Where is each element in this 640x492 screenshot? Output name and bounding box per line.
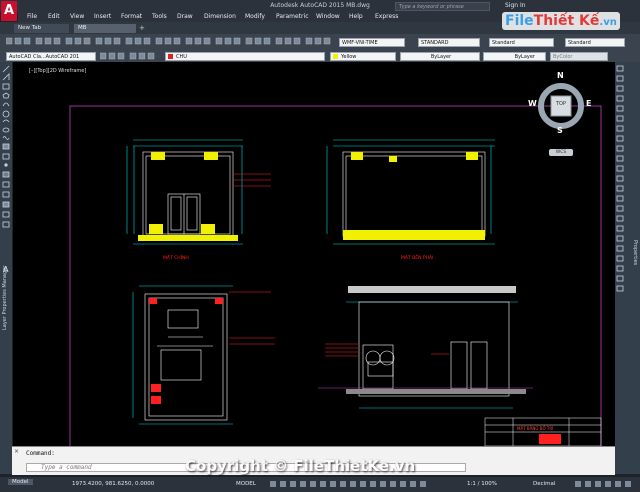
site-logo-part-b: Thiết Kế: [533, 13, 600, 29]
linetype-dropdown[interactable]: ByLayer: [400, 52, 480, 61]
autocad-logo-icon[interactable]: A: [1, 1, 17, 21]
viewcube-west[interactable]: W: [528, 99, 537, 108]
search-input[interactable]: Type a keyword or phrase: [395, 2, 490, 11]
menu-help[interactable]: Help: [349, 13, 363, 20]
dim-style-dropdown[interactable]: STANDARD: [418, 38, 480, 47]
standard-toolbar: [5, 37, 336, 46]
table-style-dropdown[interactable]: Standard: [489, 38, 554, 47]
viewcube-north[interactable]: N: [557, 71, 564, 80]
site-logo-part-a: File: [505, 13, 534, 29]
viewcube-east[interactable]: E: [586, 99, 591, 108]
menu-parametric[interactable]: Parametric: [276, 13, 309, 20]
copyright-watermark: Copyright © FileThietKe.vn: [185, 457, 416, 475]
mleader-style-dropdown[interactable]: Standard: [565, 38, 625, 47]
properties-panel-label[interactable]: Properties: [630, 240, 638, 280]
plotstyle-dropdown[interactable]: ByColor: [550, 52, 608, 61]
layer-color-icon: [168, 54, 173, 59]
tab-mb[interactable]: MB: [74, 24, 136, 33]
status-toggles: [270, 480, 440, 489]
layer-tools: [99, 52, 160, 61]
sign-in-link[interactable]: Sign In: [505, 2, 526, 9]
menu-format[interactable]: Format: [121, 13, 142, 20]
tab-new-tab[interactable]: New Tab: [14, 24, 69, 33]
text-style-dropdown[interactable]: WMF-VNI-TIME: [339, 38, 405, 47]
viewcube-south[interactable]: S: [557, 126, 563, 135]
model-space-button[interactable]: MODEL: [236, 481, 256, 487]
menu-modify[interactable]: Modify: [245, 13, 265, 20]
model-layout-tab[interactable]: Model: [8, 479, 33, 485]
menu-view[interactable]: View: [70, 13, 84, 20]
viewport-controls[interactable]: [–][Top][2D Wireframe]: [29, 68, 86, 74]
menu-window[interactable]: Window: [316, 13, 340, 20]
command-close-icon[interactable]: ×: [14, 448, 19, 455]
menu-edit[interactable]: Edit: [48, 13, 60, 20]
menu-file[interactable]: File: [27, 13, 37, 20]
title-bar: Autodesk AutoCAD 2015 MB.dwg: [0, 0, 640, 12]
menu-dimension[interactable]: Dimension: [204, 13, 236, 20]
coordinates-readout[interactable]: 1973.4200, 981.6250, 0.0000: [72, 481, 154, 487]
new-tab-plus-icon[interactable]: +: [139, 24, 145, 32]
wcs-menu[interactable]: WCS: [549, 149, 573, 156]
lineweight-dropdown[interactable]: ByLayer: [483, 52, 546, 61]
front-elevation-label: MẶT CHÍNH: [163, 254, 189, 261]
layer-dropdown[interactable]: CHU: [165, 52, 325, 61]
annotation-scale[interactable]: 1:1 / 100%: [467, 481, 497, 487]
menu-tools[interactable]: Tools: [152, 13, 167, 20]
command-history: Command:: [26, 450, 55, 457]
workspace-dropdown[interactable]: AutoCAD Cla...AutoCAD 201: [6, 52, 96, 61]
layer-properties-panel-label[interactable]: Layer Properties Manager: [2, 240, 10, 330]
units-dropdown[interactable]: Decimal: [533, 481, 555, 487]
drawing-canvas[interactable]: MẶT CHÍNH MẶT BÊN PHẢI MẶT BẰNG BỐ TRÍ: [13, 62, 615, 446]
menu-insert[interactable]: Insert: [94, 13, 111, 20]
window-title: Autodesk AutoCAD 2015 MB.dwg: [270, 2, 370, 9]
status-right-icons: [575, 480, 635, 489]
menu-express[interactable]: Express: [375, 13, 398, 20]
color-dropdown[interactable]: Yellow: [330, 52, 396, 61]
side-elevation-label: MẶT BÊN PHẢI: [401, 253, 433, 261]
title-block-label: MẶT BẰNG BỐ TRÍ: [517, 426, 554, 431]
viewcube-top-face[interactable]: TOP: [556, 101, 566, 107]
color-swatch-icon: [333, 54, 338, 59]
menu-draw[interactable]: Draw: [177, 13, 193, 20]
site-logo: FileThiết Kế.vn: [502, 12, 620, 30]
site-logo-part-c: .vn: [599, 17, 617, 28]
